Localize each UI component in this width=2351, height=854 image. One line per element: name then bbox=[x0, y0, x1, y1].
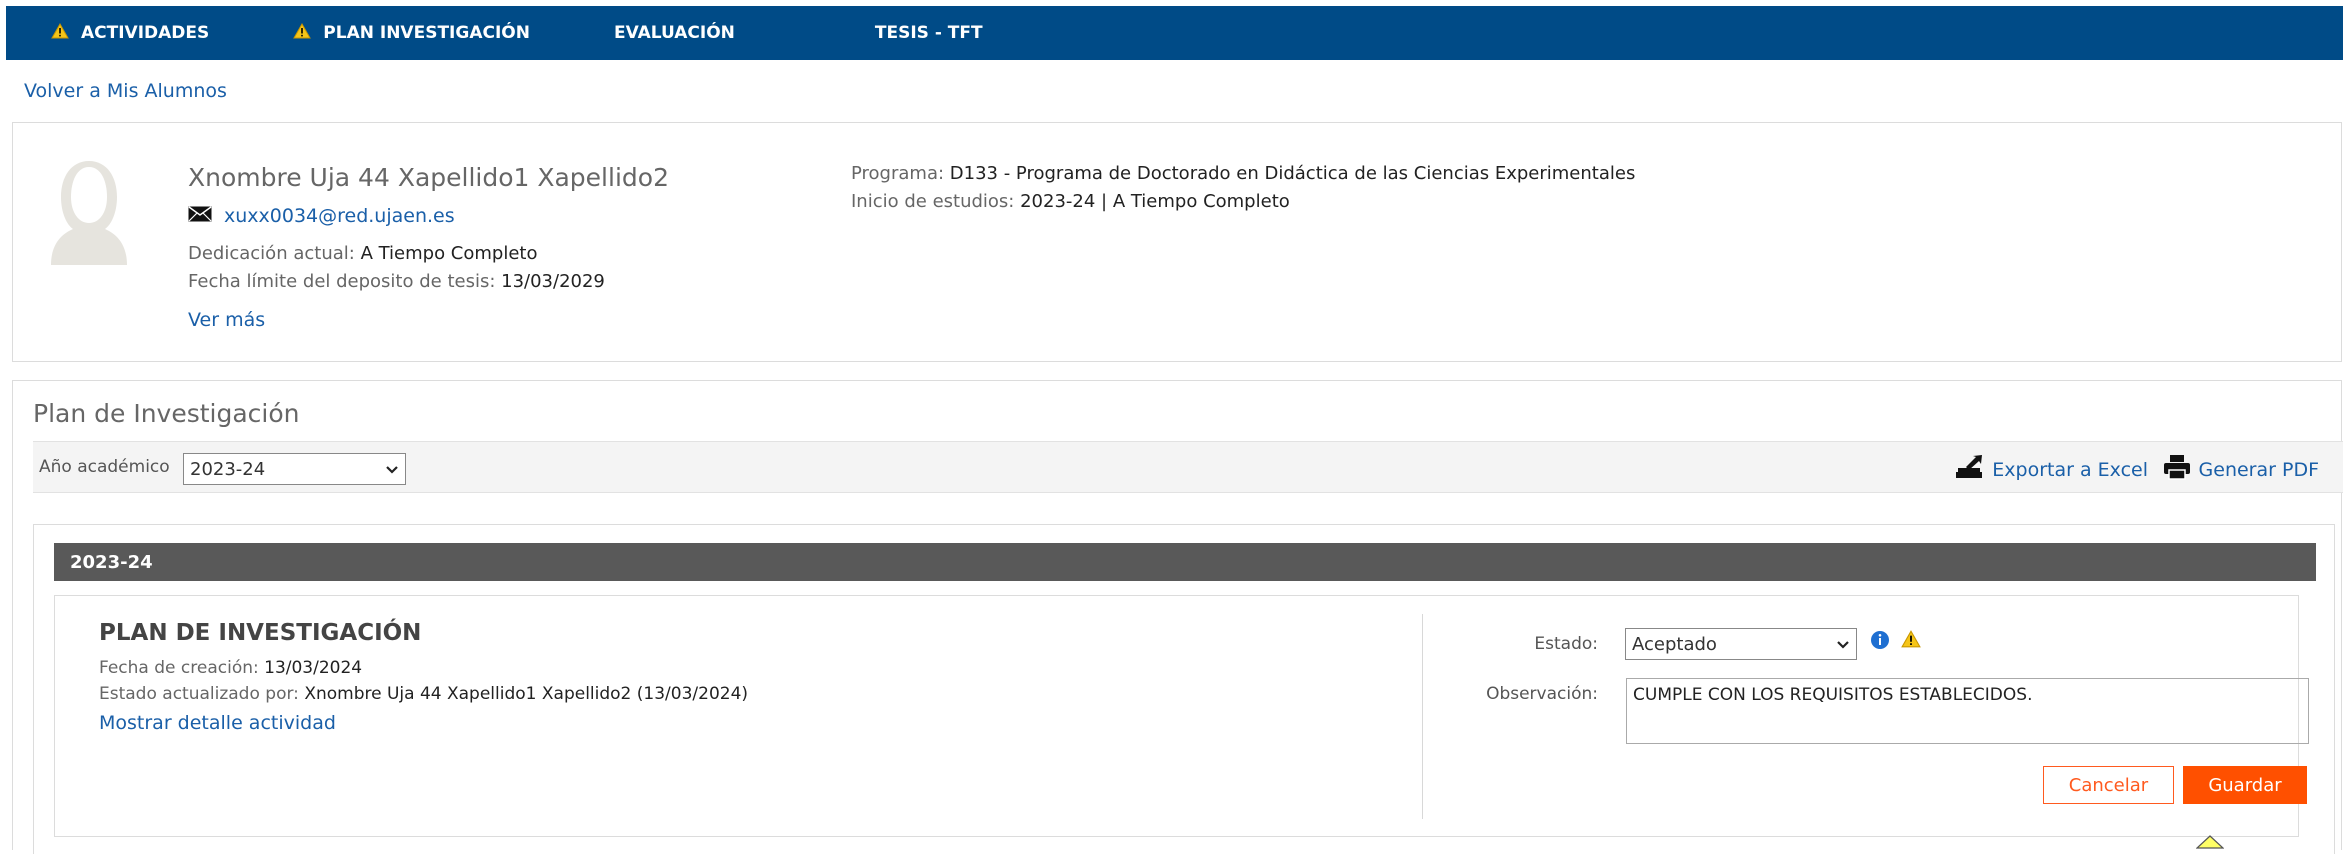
estado-actualizado-value: Xnombre Uja 44 Xapellido1 Xapellido2 (13… bbox=[304, 684, 749, 704]
plan-section: Plan de Investigación Año académico 2023… bbox=[12, 380, 2343, 854]
cancel-button[interactable]: Cancelar bbox=[2043, 766, 2174, 804]
save-button[interactable]: Guardar bbox=[2183, 766, 2307, 804]
fecha-limite-row: Fecha límite del deposito de tesis: 13/0… bbox=[188, 271, 605, 292]
chevron-down-icon bbox=[1836, 634, 1850, 655]
estado-actualizado-row: Estado actualizado por: Xnombre Uja 44 X… bbox=[99, 684, 748, 704]
student-card: Xnombre Uja 44 Xapellido1 Xapellido2 xux… bbox=[12, 122, 2342, 362]
estado-label: Estado: bbox=[1534, 634, 1598, 654]
year-select-value: 2023-24 bbox=[190, 458, 266, 480]
filter-bar: Año académico 2023-24 Exportar a Excel G… bbox=[33, 441, 2343, 493]
year-label: Año académico bbox=[39, 457, 170, 477]
fecha-creacion-row: Fecha de creación: 13/03/2024 bbox=[99, 658, 362, 678]
info-icon[interactable] bbox=[1870, 630, 1890, 654]
dedicacion-label: Dedicación actual: bbox=[188, 243, 355, 264]
generate-pdf-label: Generar PDF bbox=[2198, 458, 2319, 481]
fecha-creacion-value: 13/03/2024 bbox=[264, 658, 363, 678]
student-email-link[interactable]: xuxx0034@red.ujaen.es bbox=[224, 205, 455, 227]
dedicacion-value: A Tiempo Completo bbox=[360, 243, 538, 264]
observacion-label: Observación: bbox=[1486, 684, 1598, 704]
fecha-limite-label: Fecha límite del deposito de tesis: bbox=[188, 271, 496, 292]
inicio-row: Inicio de estudios: 2023-24 | A Tiempo C… bbox=[851, 191, 1290, 212]
generate-pdf-button[interactable]: Generar PDF bbox=[2163, 454, 2319, 485]
programa-value: D133 - Programa de Doctorado en Didáctic… bbox=[949, 163, 1636, 184]
printer-icon bbox=[2163, 454, 2199, 485]
inicio-label: Inicio de estudios: bbox=[851, 191, 1015, 212]
nav-label: ACTIVIDADES bbox=[81, 23, 210, 43]
mail-icon bbox=[188, 205, 212, 227]
back-to-students-link[interactable]: Volver a Mis Alumnos bbox=[24, 80, 227, 102]
cursor-icon bbox=[2195, 834, 2225, 853]
year-select[interactable]: 2023-24 bbox=[183, 453, 406, 485]
student-name: Xnombre Uja 44 Xapellido1 Xapellido2 bbox=[188, 163, 669, 192]
nav-item-tesis-tft[interactable]: TESIS - TFT bbox=[875, 23, 983, 43]
estado-select-value: Aceptado bbox=[1632, 633, 1717, 655]
avatar bbox=[49, 155, 129, 265]
dedicacion-row: Dedicación actual: A Tiempo Completo bbox=[188, 243, 538, 264]
chevron-down-icon bbox=[385, 459, 399, 480]
year-bar: 2023-24 bbox=[54, 543, 2316, 581]
estado-actualizado-label: Estado actualizado por: bbox=[99, 684, 299, 704]
export-excel-label: Exportar a Excel bbox=[1992, 458, 2148, 481]
mostrar-detalle-link[interactable]: Mostrar detalle actividad bbox=[99, 712, 336, 734]
warning-icon[interactable] bbox=[1901, 630, 1921, 652]
nav-item-evaluacion[interactable]: EVALUACIÓN bbox=[614, 23, 735, 43]
nav-label: TESIS - TFT bbox=[874, 23, 983, 43]
fecha-limite-value: 13/03/2029 bbox=[501, 271, 605, 292]
fecha-creacion-label: Fecha de creación: bbox=[99, 658, 259, 678]
plan-year-container: 2023-24 PLAN DE INVESTIGACIÓN Fecha de c… bbox=[33, 524, 2335, 854]
student-email: xuxx0034@red.ujaen.es bbox=[188, 205, 455, 227]
ver-mas-link[interactable]: Ver más bbox=[188, 309, 265, 331]
nav-label: PLAN INVESTIGACIÓN bbox=[323, 23, 530, 43]
top-nav: ACTIVIDADES PLAN INVESTIGACIÓN EVALUACIÓ… bbox=[6, 6, 2343, 60]
divider bbox=[1422, 614, 1423, 819]
export-excel-button[interactable]: Exportar a Excel bbox=[1954, 454, 2148, 485]
nav-item-actividades[interactable]: ACTIVIDADES bbox=[51, 22, 210, 44]
plan-card-title: PLAN DE INVESTIGACIÓN bbox=[99, 620, 422, 646]
inicio-value: 2023-24 | A Tiempo Completo bbox=[1020, 191, 1290, 212]
estado-select[interactable]: Aceptado bbox=[1625, 628, 1857, 660]
warning-icon bbox=[293, 22, 312, 44]
export-icon bbox=[1954, 454, 1992, 485]
programa-row: Programa: D133 - Programa de Doctorado e… bbox=[851, 163, 1635, 184]
warning-icon bbox=[51, 22, 69, 44]
section-title: Plan de Investigación bbox=[33, 399, 300, 428]
nav-item-plan-investigacion[interactable]: PLAN INVESTIGACIÓN bbox=[293, 22, 530, 44]
programa-label: Programa: bbox=[851, 163, 945, 184]
observacion-textarea[interactable]: CUMPLE CON LOS REQUISITOS ESTABLECIDOS. bbox=[1626, 678, 2309, 744]
nav-label: EVALUACIÓN bbox=[613, 23, 735, 43]
plan-card: PLAN DE INVESTIGACIÓN Fecha de creación:… bbox=[54, 595, 2309, 837]
